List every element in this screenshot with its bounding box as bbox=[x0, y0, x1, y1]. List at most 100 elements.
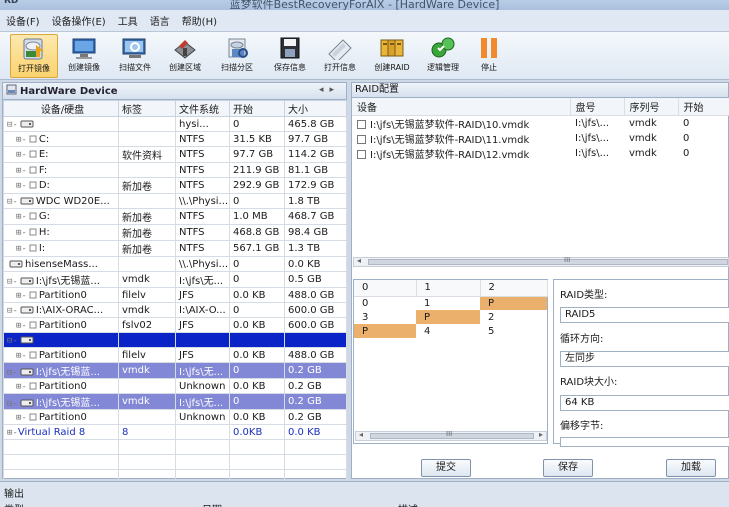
tree-toggle-icon[interactable]: ⊟- bbox=[7, 306, 18, 316]
scan-partition-button[interactable]: 扫描分区 bbox=[214, 34, 260, 78]
device-row[interactable] bbox=[3, 454, 347, 470]
load-button[interactable]: 加载 bbox=[666, 459, 716, 477]
output-col-date[interactable]: 日期 bbox=[202, 501, 222, 507]
raid-row-checkbox[interactable] bbox=[357, 149, 366, 159]
raid-col-start[interactable]: 开始 bbox=[678, 98, 729, 116]
device-row[interactable]: ⊟- I:\jfs\无锡蓝... vmdk I:\jfs\无... 0 0.2 GB bbox=[3, 362, 347, 379]
tree-toggle-icon[interactable]: ⊞- bbox=[16, 212, 27, 222]
direction-select[interactable]: 左同步 bbox=[560, 351, 729, 367]
scroll-thumb[interactable] bbox=[368, 259, 728, 265]
parity-grid-hscroll[interactable]: ◂ III ▸ bbox=[355, 430, 547, 441]
raid-col-device[interactable]: 设备 bbox=[352, 98, 571, 116]
tree-toggle-icon[interactable]: ⊞- bbox=[16, 244, 27, 254]
panel-nav-arrows[interactable]: ◂▸ bbox=[319, 85, 340, 95]
parity-cell[interactable]: P bbox=[480, 296, 547, 310]
raid-table-hscroll[interactable]: ◂ III bbox=[353, 256, 729, 267]
device-row[interactable]: ⊞- Partition0 filelv JFS 0.0 KB 488.0 GB bbox=[3, 287, 347, 303]
block-size-select[interactable]: 64 KB bbox=[560, 395, 729, 411]
raid-col-disk[interactable]: 盘号 bbox=[570, 98, 625, 116]
data-block-cell[interactable]: 3 bbox=[354, 310, 416, 324]
menu-help[interactable]: 帮助(H) bbox=[182, 13, 217, 28]
tree-toggle-icon[interactable]: ⊟- bbox=[7, 399, 18, 409]
device-row[interactable]: ⊞- Partition0 fslv02 JFS 0.0 KB 600.0 GB bbox=[3, 317, 347, 333]
tree-toggle-icon[interactable]: ⊟- bbox=[7, 197, 18, 207]
col-size[interactable]: 大小 bbox=[284, 100, 347, 117]
col-start[interactable]: 开始 bbox=[229, 100, 285, 117]
menu-device-ops[interactable]: 设备操作(E) bbox=[52, 13, 106, 28]
menu-tools[interactable]: 工具 bbox=[118, 13, 138, 28]
data-block-cell[interactable]: 4 bbox=[416, 324, 480, 338]
raid-device-row[interactable]: I:\jfs\无锡蓝梦软件-RAID\11.vmdk I:\jfs\... vmdk… bbox=[352, 131, 729, 146]
raid-row-checkbox[interactable] bbox=[357, 134, 366, 144]
menu-device[interactable]: 设备(F) bbox=[6, 13, 40, 28]
data-block-cell[interactable]: 0 bbox=[354, 296, 416, 310]
save-button[interactable]: 保存 bbox=[543, 459, 593, 477]
tree-toggle-icon[interactable]: ⊞- bbox=[16, 291, 27, 301]
device-row[interactable]: ⊟- bbox=[3, 332, 347, 348]
col-filesystem[interactable]: 文件系统 bbox=[175, 100, 230, 117]
parity-scroll-left[interactable]: ◂ bbox=[359, 430, 363, 439]
device-row[interactable]: ⊟- I:\jfs\无锡蓝... vmdk I:\jfs\无... 0 0.2 GB bbox=[3, 393, 347, 410]
parity-cell[interactable]: P bbox=[354, 324, 416, 338]
offset-input[interactable] bbox=[560, 437, 729, 447]
tree-toggle-icon[interactable]: ⊞- bbox=[16, 382, 27, 392]
raid-row-checkbox[interactable] bbox=[357, 119, 366, 129]
col-device[interactable]: 设备/硬盘 bbox=[3, 100, 119, 117]
col-label[interactable]: 标签 bbox=[118, 100, 176, 117]
raid-device-row[interactable]: I:\jfs\无锡蓝梦软件-RAID\12.vmdk I:\jfs\... vmdk… bbox=[352, 146, 729, 161]
logic-manage-button[interactable]: 逻辑管理 bbox=[420, 34, 466, 78]
device-row[interactable]: ⊞- E: 软件资料 NTFS 97.7 GB 114.2 GB bbox=[3, 146, 347, 163]
device-row[interactable]: ⊟- WDC WD20E... \\.\Physi... 0 1.8 TB bbox=[3, 193, 347, 209]
device-row[interactable]: ⊞-Virtual Raid 8 8 0.0KB 0.0 KB bbox=[3, 424, 347, 440]
parity-cell[interactable]: P bbox=[416, 310, 480, 324]
device-row[interactable]: ⊞- Partition0 Unknown 0.0 KB 0.2 GB bbox=[3, 409, 347, 425]
device-row[interactable]: ⊞- F: NTFS 211.9 GB 81.1 GB bbox=[3, 162, 347, 178]
tree-toggle-icon[interactable]: ⊞- bbox=[16, 228, 27, 238]
data-block-cell[interactable]: 2 bbox=[480, 310, 547, 324]
parity-scroll-right[interactable]: ▸ bbox=[539, 430, 543, 439]
stop-button[interactable]: 停止 bbox=[474, 34, 504, 78]
scroll-left-arrow[interactable]: ◂ bbox=[357, 256, 361, 265]
open-image-button[interactable]: 打开镜像 bbox=[10, 34, 58, 78]
tree-toggle-icon[interactable]: ⊞- bbox=[16, 166, 27, 176]
tree-toggle-icon[interactable]: ⊟- bbox=[7, 368, 18, 378]
tree-toggle-icon[interactable]: ⊟- bbox=[7, 120, 18, 130]
tree-toggle-icon[interactable]: ⊞- bbox=[16, 181, 27, 191]
output-col-type[interactable]: 类型 bbox=[4, 501, 24, 507]
create-region-button[interactable]: 创建区域 bbox=[163, 34, 207, 78]
tree-toggle-icon[interactable]: ⊞- bbox=[16, 321, 27, 331]
device-row[interactable] bbox=[3, 439, 347, 455]
device-row[interactable]: hisenseMass... \\.\Physi... 0 0.0 KB bbox=[3, 256, 347, 272]
device-row[interactable]: ⊞- I: 新加卷 NTFS 567.1 GB 1.3 TB bbox=[3, 240, 347, 257]
data-block-cell[interactable]: 1 bbox=[416, 296, 480, 310]
raid-type-select[interactable]: RAID5 bbox=[560, 307, 729, 323]
tree-toggle-icon[interactable]: ⊟- bbox=[7, 277, 18, 287]
device-row[interactable]: ⊟- hysi... 0 465.8 GB bbox=[3, 116, 347, 132]
device-row[interactable]: ⊞- H: 新加卷 NTFS 468.8 GB 98.4 GB bbox=[3, 224, 347, 241]
tree-toggle-icon[interactable]: ⊞- bbox=[16, 351, 27, 361]
menu-language[interactable]: 语言 bbox=[150, 13, 170, 28]
open-info-button[interactable]: 打开信息 bbox=[318, 34, 362, 78]
device-row[interactable]: ⊞- D: 新加卷 NTFS 292.9 GB 172.9 GB bbox=[3, 177, 347, 194]
submit-button[interactable]: 提交 bbox=[421, 459, 471, 477]
data-block-cell[interactable]: 5 bbox=[480, 324, 547, 338]
tree-toggle-icon[interactable]: ⊞- bbox=[7, 428, 18, 438]
raid-device-row[interactable]: I:\jfs\无锡蓝梦软件-RAID\10.vmdk I:\jfs\... vmdk… bbox=[352, 115, 729, 131]
raid-col-serial[interactable]: 序列号 bbox=[624, 98, 679, 116]
device-row[interactable]: ⊟- I:\jfs\无锡蓝... vmdk I:\jfs\无... 0 0.5 GB bbox=[3, 271, 347, 288]
save-info-button[interactable]: 保存信息 bbox=[268, 34, 312, 78]
device-row[interactable]: ⊞- G: 新加卷 NTFS 1.0 MB 468.7 GB bbox=[3, 208, 347, 225]
tree-toggle-icon[interactable]: ⊞- bbox=[16, 135, 27, 145]
device-row[interactable]: ⊞- C: NTFS 31.5 KB 97.7 GB bbox=[3, 131, 347, 147]
device-row[interactable]: ⊟- I:\AIX-ORAC... vmdk I:\AIX-O... 0 600.0 GB bbox=[3, 302, 347, 318]
tree-toggle-icon[interactable]: ⊞- bbox=[16, 413, 27, 423]
output-col-desc[interactable]: 描述 bbox=[398, 501, 418, 507]
scan-files-button[interactable]: 扫描文件 bbox=[113, 34, 157, 78]
create-raid-button[interactable]: 创建RAID bbox=[370, 34, 414, 78]
device-name: Virtual Raid 8 bbox=[17, 426, 86, 438]
create-image-button[interactable]: 创建镜像 bbox=[62, 34, 106, 78]
device-row[interactable]: ⊞- Partition0 filelv JFS 0.0 KB 488.0 GB bbox=[3, 347, 347, 363]
tree-toggle-icon[interactable]: ⊟- bbox=[7, 336, 18, 346]
device-row[interactable]: ⊞- Partition0 Unknown 0.0 KB 0.2 GB bbox=[3, 378, 347, 394]
tree-toggle-icon[interactable]: ⊞- bbox=[16, 150, 27, 160]
